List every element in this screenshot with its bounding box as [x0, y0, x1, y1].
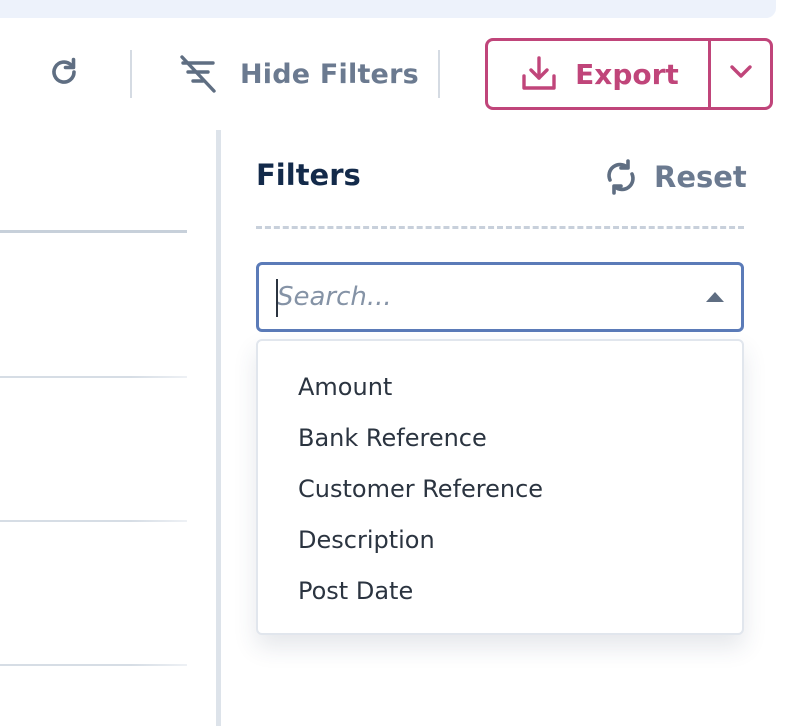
toolbar-separator [130, 50, 132, 98]
hide-filters-button[interactable]: Hide Filters [176, 50, 419, 98]
refresh-icon [47, 55, 81, 93]
export-button-group: Export [485, 38, 773, 110]
filter-options-list: Amount Bank Reference Customer Reference… [258, 341, 742, 620]
reset-label: Reset [654, 160, 747, 194]
filter-search-box [256, 262, 744, 332]
text-cursor [276, 279, 278, 317]
filter-off-icon [176, 52, 220, 96]
table-row-divider [0, 520, 187, 522]
export-label: Export [575, 57, 679, 91]
filter-option-description[interactable]: Description [258, 518, 742, 569]
filter-option-customer-reference[interactable]: Customer Reference [258, 467, 742, 518]
table-row-divider [0, 376, 187, 378]
filters-title: Filters [256, 158, 361, 192]
toolbar-separator [438, 50, 440, 98]
download-icon [517, 52, 561, 96]
table-header-divider [0, 230, 187, 233]
filters-divider [256, 226, 744, 229]
hide-filters-label: Hide Filters [240, 58, 419, 90]
top-strip [0, 0, 776, 18]
export-options-toggle[interactable] [711, 41, 770, 107]
chevron-down-icon [729, 64, 753, 84]
reset-button[interactable]: Reset [600, 152, 747, 202]
filter-search-input[interactable] [259, 265, 705, 329]
caret-up-icon[interactable] [705, 290, 725, 304]
sync-icon [600, 156, 642, 198]
filter-option-post-date[interactable]: Post Date [258, 569, 742, 620]
filter-option-amount[interactable]: Amount [258, 365, 742, 416]
panel-divider[interactable] [216, 130, 221, 726]
refresh-button[interactable] [44, 54, 84, 94]
filter-options-dropdown: Amount Bank Reference Customer Reference… [256, 339, 744, 635]
table-row-divider [0, 664, 187, 666]
export-button[interactable]: Export [488, 41, 708, 107]
filter-option-bank-reference[interactable]: Bank Reference [258, 416, 742, 467]
